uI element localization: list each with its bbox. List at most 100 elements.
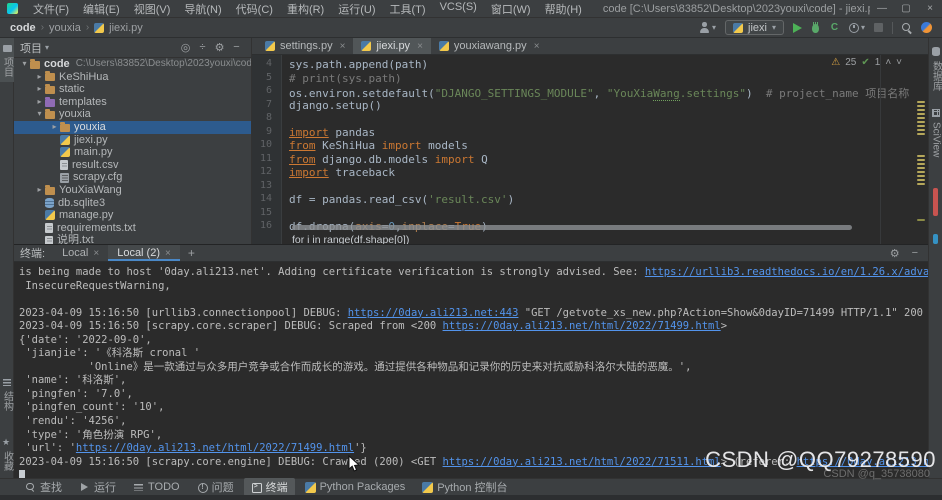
run-button[interactable] [792, 22, 802, 33]
close-icon[interactable]: × [340, 41, 346, 52]
tree-item[interactable]: ▾ youxia [14, 108, 251, 121]
statusbar-run[interactable]: 运行 [72, 478, 123, 496]
next-problem-icon[interactable]: ˅ [896, 57, 902, 68]
warning-stripe-mark[interactable] [917, 121, 925, 124]
menu-item[interactable]: 重构(R) [280, 1, 331, 17]
tree-item[interactable]: ▸ KeShiHua [14, 71, 251, 84]
console-link[interactable]: https://0day.ali213.net:443 [348, 307, 519, 319]
console-link[interactable]: https://urllib3.readthedocs.io/en/1.26.x… [645, 266, 928, 278]
tree-item[interactable]: ▾ code C:\Users\83852\Desktop\2023youxi\co… [14, 58, 251, 71]
warning-stripe-mark[interactable] [917, 105, 925, 108]
collapse-all-icon[interactable]: ÷ [194, 41, 211, 54]
settings-icon[interactable]: ⚙ [211, 41, 228, 54]
editor-tab[interactable]: jiexi.py × [353, 38, 431, 54]
menu-item[interactable]: 文件(F) [26, 1, 76, 17]
editor-tab[interactable]: settings.py × [257, 38, 353, 54]
breadcrumb-item[interactable]: youxia [49, 22, 81, 34]
close-icon[interactable]: × [165, 248, 171, 259]
settings-icon[interactable]: ⚙ [890, 247, 900, 260]
prev-problem-icon[interactable]: ˄ [885, 57, 891, 68]
console-link[interactable]: https://0day.ali213.net/html/2022/71499.… [76, 442, 354, 454]
code-area[interactable]: 4 5 6 7 8 9 10 11 12 13 14 15 16 sys.path.append(pat… [252, 55, 928, 244]
profiler-button[interactable]: ▾ [848, 22, 865, 33]
notifications-icon[interactable] [921, 22, 932, 33]
run-config-selector[interactable]: jiexi ▾ [725, 20, 784, 35]
statusbar-find[interactable]: 查找 [18, 478, 69, 496]
warning-stripe-mark[interactable] [917, 101, 925, 104]
tree-item[interactable]: result.csv [14, 159, 251, 172]
warning-stripe-mark[interactable] [917, 129, 925, 132]
close-icon[interactable]: × [417, 41, 423, 52]
statusbar-python-console[interactable]: Python 控制台 [415, 478, 514, 496]
terminal-tab[interactable]: Local × [53, 245, 108, 261]
user-menu[interactable]: ▾ [699, 22, 716, 33]
hide-icon[interactable]: − [912, 247, 918, 259]
tool-window-database[interactable]: 数据库 [929, 40, 942, 96]
warning-stripe-mark[interactable] [917, 175, 925, 178]
editor-tab[interactable]: youxiawang.py × [431, 38, 548, 54]
stripe-mark[interactable] [917, 219, 925, 222]
chevron-right-icon[interactable]: ▸ [34, 71, 45, 84]
hide-icon[interactable]: − [228, 41, 245, 54]
stop-button[interactable] [874, 23, 883, 32]
new-terminal-button[interactable]: + [180, 245, 203, 261]
menu-item[interactable]: VCS(S) [433, 1, 484, 17]
console-link[interactable]: https://0day.ali213.net/html/2022/71511.… [443, 456, 721, 468]
chevron-right-icon[interactable]: ▸ [34, 83, 45, 96]
warning-stripe-mark[interactable] [917, 159, 925, 162]
menu-item[interactable]: 窗口(W) [484, 1, 538, 17]
menu-item[interactable]: 帮助(H) [538, 1, 589, 17]
menu-item[interactable]: 工具(T) [383, 1, 433, 17]
warning-stripe-mark[interactable] [917, 179, 925, 182]
coverage-button[interactable]: C [829, 22, 840, 33]
warning-stripe-mark[interactable] [917, 117, 925, 120]
close-icon[interactable]: × [534, 41, 540, 52]
tree-item[interactable]: main.py [14, 146, 251, 159]
chevron-down-icon[interactable]: ▾ [45, 43, 49, 52]
tool-window-sciview[interactable]: SciView [929, 102, 942, 162]
statusbar-problems[interactable]: 问题 [190, 478, 241, 496]
warning-stripe-mark[interactable] [917, 163, 925, 166]
close-icon[interactable]: × [918, 0, 942, 17]
maximize-icon[interactable]: ▢ [894, 0, 918, 17]
search-everywhere-icon[interactable] [902, 22, 912, 33]
tree-item[interactable]: ▸ youxia [14, 120, 251, 134]
statusbar-todo[interactable]: TODO [126, 480, 187, 494]
horizontal-scrollbar[interactable] [292, 225, 852, 230]
chevron-right-icon[interactable]: ▸ [34, 184, 45, 197]
breadcrumb-item[interactable]: jiexi.py [109, 22, 143, 34]
locate-icon[interactable]: ◎ [177, 41, 194, 54]
warning-stripe-mark[interactable] [917, 125, 925, 128]
warning-stripe-mark[interactable] [917, 113, 925, 116]
tool-window-project[interactable]: 项目 [0, 38, 14, 82]
close-icon[interactable]: × [93, 248, 99, 259]
terminal-tab[interactable]: Local (2) × [108, 245, 180, 261]
tree-item[interactable]: db.sqlite3 [14, 197, 251, 210]
minimize-icon[interactable]: — [870, 0, 894, 17]
tree-item[interactable]: requirements.txt [14, 222, 251, 235]
warning-stripe-mark[interactable] [917, 155, 925, 158]
debug-button[interactable] [811, 22, 820, 33]
tree-item[interactable]: ▸ YouXiaWang [14, 184, 251, 197]
warning-stripe-mark[interactable] [917, 183, 925, 186]
chevron-down-icon[interactable]: ▾ [34, 108, 45, 121]
warning-stripe-mark[interactable] [917, 133, 925, 136]
console-link[interactable]: https://0day.ali213.net/html/2022/71499.… [443, 320, 721, 332]
breadcrumb-item[interactable]: code [10, 22, 36, 34]
tree-item[interactable]: 说明.txt [14, 234, 251, 244]
tool-window-structure[interactable]: 结构 [0, 372, 14, 416]
tree-item[interactable]: scrapy.cfg [14, 171, 251, 184]
chevron-right-icon[interactable]: ▸ [49, 121, 60, 134]
inspections-widget[interactable]: ⚠ 25 ✔ 1 ˄ ˅ [831, 57, 902, 68]
menu-item[interactable]: 代码(C) [229, 1, 280, 17]
tree-item[interactable]: manage.py [14, 209, 251, 222]
statusbar-python-packages[interactable]: Python Packages [298, 480, 413, 494]
menu-item[interactable]: 编辑(E) [76, 1, 127, 17]
chevron-down-icon[interactable]: ▾ [19, 58, 30, 71]
chevron-right-icon[interactable]: ▸ [34, 96, 45, 109]
statusbar-terminal[interactable]: 终端 [243, 478, 295, 496]
tool-window-favorites[interactable]: ★ 收藏 [0, 433, 14, 476]
tree-item[interactable]: ▸ static [14, 83, 251, 96]
menu-item[interactable]: 运行(U) [331, 1, 382, 17]
warning-stripe-mark[interactable] [917, 167, 925, 170]
